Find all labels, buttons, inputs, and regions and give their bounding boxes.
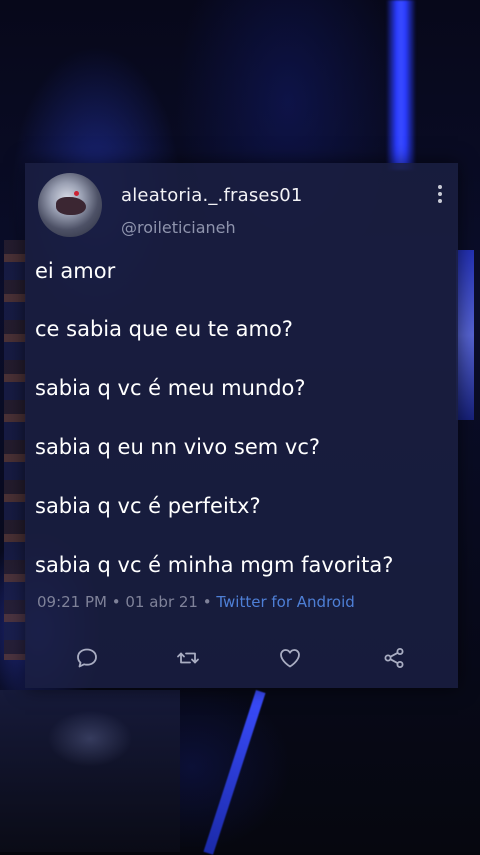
avatar[interactable] [38,173,102,237]
tweet-source-app[interactable]: Twitter for Android [216,593,354,611]
tweet-time: 09:21 PM [37,593,107,611]
heart-icon[interactable] [278,647,302,669]
tweet-text-line: ce sabia que eu te amo? [35,317,293,341]
tweet-actions [25,647,458,669]
meta-separator: • [106,593,126,611]
tweet-username[interactable]: aleatoria._.frases01 [121,185,303,206]
tweet-text-line: sabia q vc é minha mgm favorita? [35,553,394,577]
tweet-text-line: sabia q eu nn vivo sem vc? [35,435,321,459]
more-vertical-icon[interactable] [438,185,442,205]
share-icon[interactable] [382,647,406,669]
background-bottom-scene [0,690,180,852]
background-right-strip [456,250,474,420]
tweet-text-line: sabia q vc é perfeitx? [35,494,261,518]
tweet-text-line: sabia q vc é meu mundo? [35,376,306,400]
tweet-handle[interactable]: @roileticianeh [121,218,236,237]
tweet-text-line: ei amor [35,259,116,283]
meta-separator: • [197,593,217,611]
avatar-creature [56,197,86,215]
tweet-meta: 09:21 PM • 01 abr 21 • Twitter for Andro… [37,593,355,611]
avatar-eye [74,191,79,196]
reply-icon[interactable] [75,647,99,669]
retweet-icon[interactable] [176,647,200,669]
background-left-strip [4,240,26,660]
blue-light-beam [386,0,416,170]
tweet-card: aleatoria._.frases01 @roileticianeh ei a… [25,163,458,688]
tweet-date: 01 abr 21 [125,593,198,611]
